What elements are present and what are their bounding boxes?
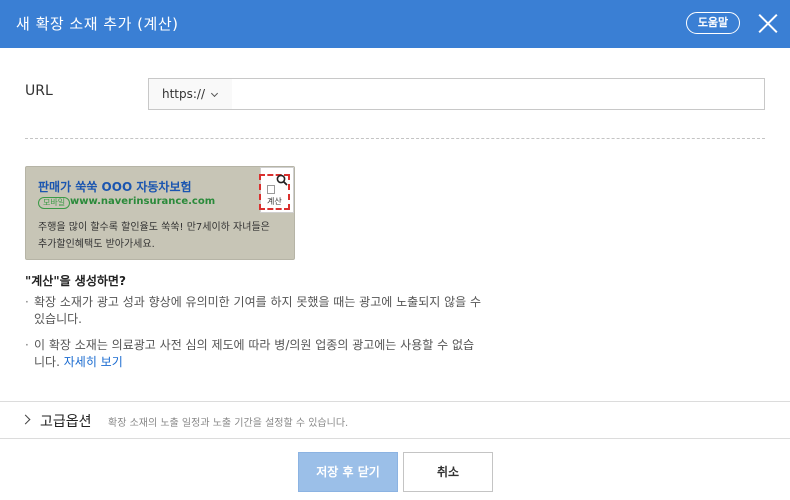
save-and-close-button[interactable]: 저장 후 닫기 bbox=[298, 452, 398, 492]
preview-description-line-1: 주행을 많이 할수록 할인율도 쑥쑥! 만7세이하 자녀들은 bbox=[38, 222, 270, 233]
preview-title: 판매가 쑥쑥 OOO 자동차보험 bbox=[38, 180, 192, 194]
ad-preview: 판매가 쑥쑥 OOO 자동차보험 모바일 www.naverinsurance.… bbox=[25, 166, 295, 260]
section-divider bbox=[25, 138, 765, 139]
calculator-icon bbox=[267, 185, 275, 194]
mobile-badge: 모바일 bbox=[38, 197, 71, 209]
search-icon bbox=[276, 174, 288, 186]
advanced-options-description: 확장 소재의 노출 일정과 노출 기간을 설정할 수 있습니다. bbox=[108, 418, 349, 429]
help-button[interactable]: 도움말 bbox=[686, 12, 740, 34]
advanced-divider bbox=[0, 401, 790, 402]
calc-label: 계산 bbox=[267, 197, 282, 206]
info-bullet-2: 이 확장 소재는 의료광고 사전 심의 제도에 따라 병/의원 업종의 광고에는… bbox=[25, 337, 485, 371]
dialog-header: 새 확장 소재 추가 (계산) 도움말 bbox=[0, 0, 790, 48]
more-info-link[interactable]: 자세히 보기 bbox=[64, 355, 123, 369]
preview-description-line-2: 추가할인혜택도 받아가세요. bbox=[38, 239, 155, 250]
url-label: URL bbox=[25, 83, 53, 99]
protocol-selected-value: https:// bbox=[162, 87, 206, 101]
info-bullet-1: 확장 소재가 광고 성과 향상에 유의미한 기여를 하지 못했을 때는 광고에 … bbox=[25, 294, 485, 328]
dialog-title: 새 확장 소재 추가 (계산) bbox=[16, 15, 179, 33]
chevron-down-icon bbox=[210, 89, 219, 98]
close-icon[interactable] bbox=[757, 12, 779, 34]
info-title: "계산"을 생성하면? bbox=[25, 274, 126, 288]
protocol-select[interactable]: https:// bbox=[148, 78, 233, 110]
footer-divider bbox=[0, 438, 790, 439]
cancel-button[interactable]: 취소 bbox=[403, 452, 493, 492]
advanced-options-toggle[interactable]: 고급옵션 bbox=[40, 411, 92, 431]
chevron-right-icon[interactable] bbox=[20, 414, 31, 425]
url-input[interactable] bbox=[232, 78, 765, 110]
preview-display-url: www.naverinsurance.com bbox=[70, 196, 216, 207]
